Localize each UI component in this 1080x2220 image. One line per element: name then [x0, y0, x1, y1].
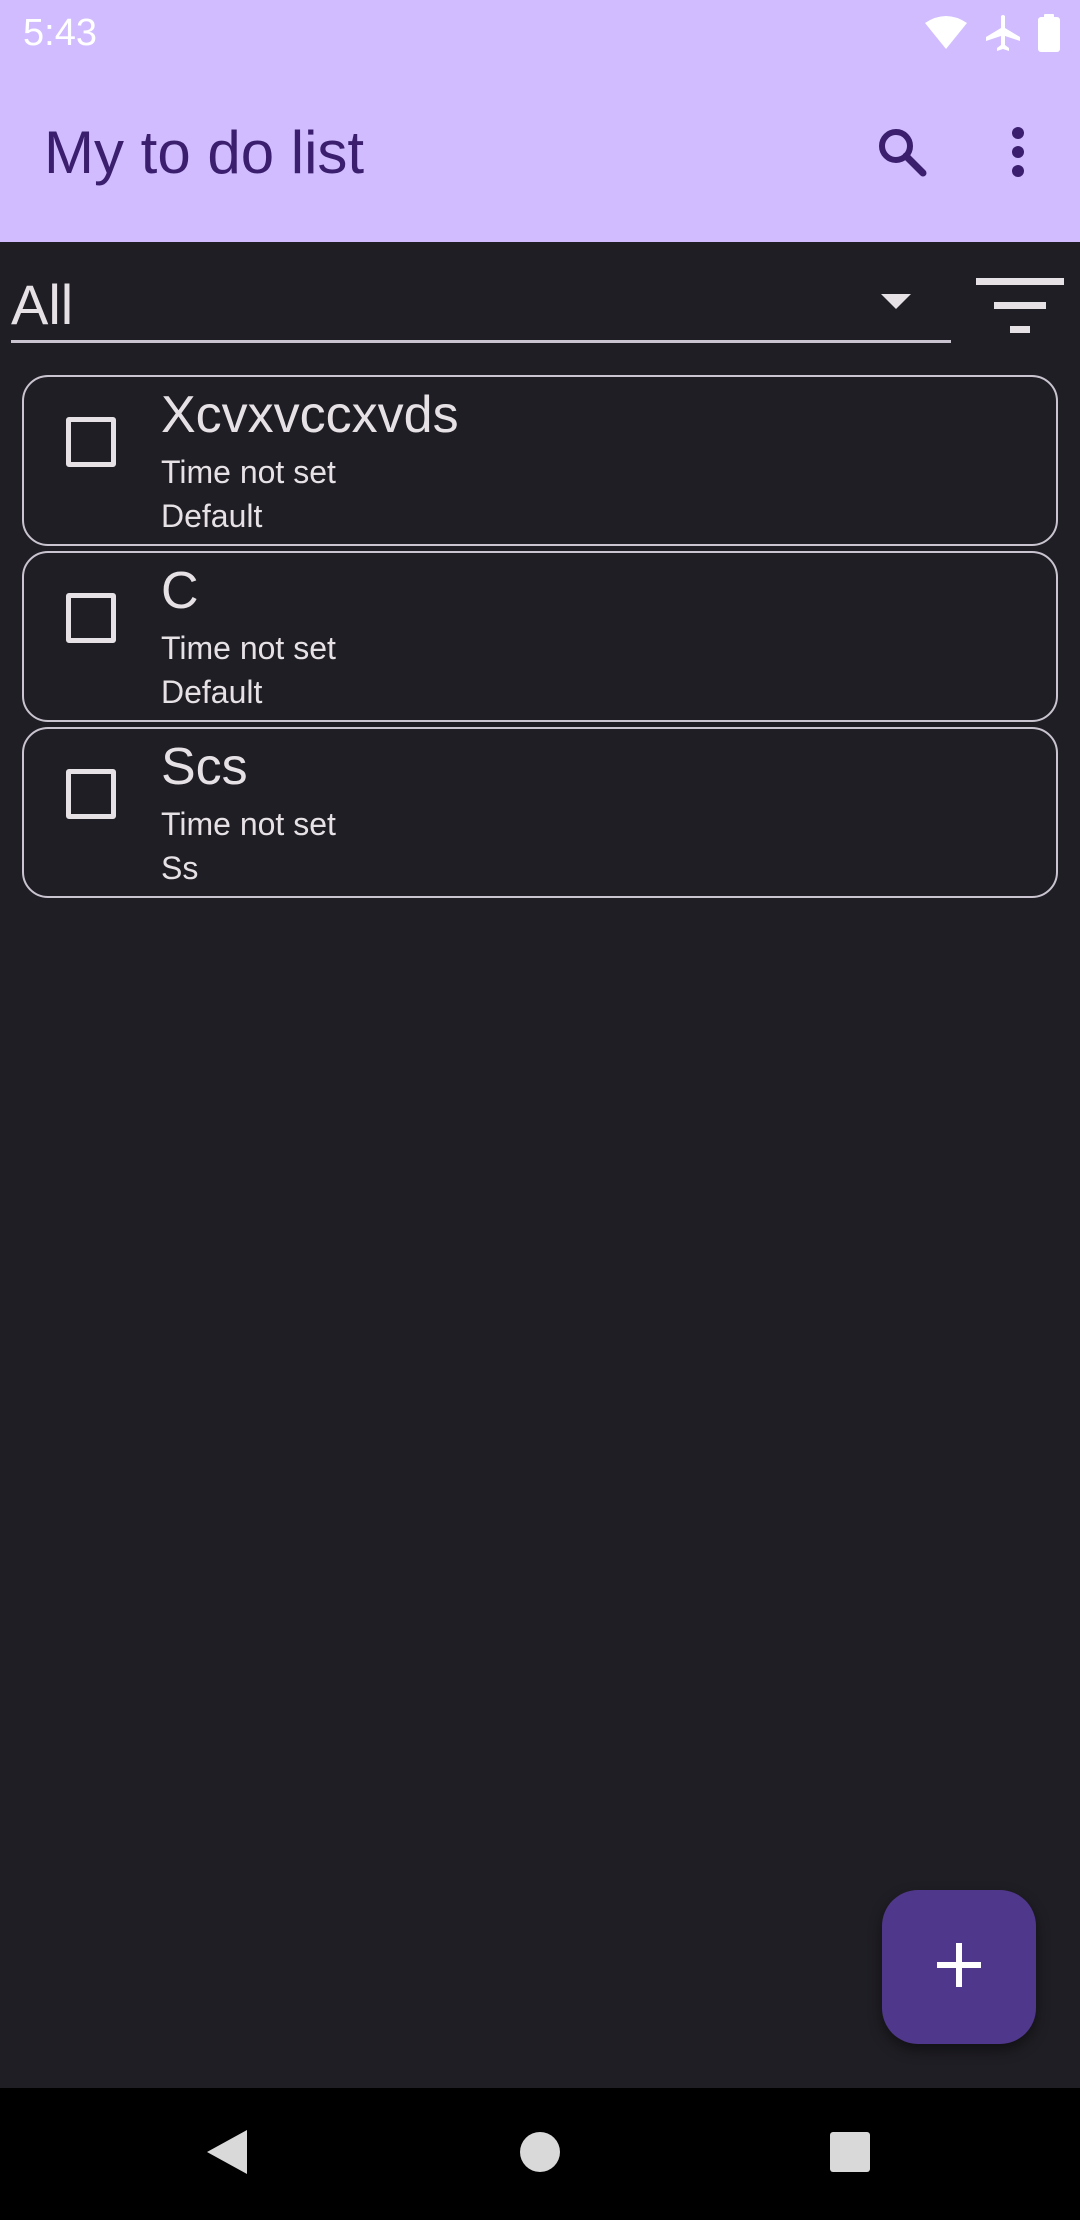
category-filter-dropdown[interactable]: All	[11, 270, 951, 343]
add-task-button[interactable]	[882, 1890, 1036, 2044]
more-options-button[interactable]	[976, 112, 1060, 196]
task-category: Default	[161, 674, 263, 710]
category-filter-value: All	[11, 273, 74, 336]
task-title: Scs	[161, 738, 248, 796]
navigation-bar	[0, 2088, 1080, 2220]
task-category: Default	[161, 498, 263, 534]
task-title: Xcvxvccxvds	[161, 386, 459, 444]
status-time: 5:43	[23, 12, 97, 54]
task-title: C	[161, 562, 199, 620]
filter-row: All	[0, 242, 1080, 362]
task-list: Xcvxvccxvds Time not set Default C Time …	[22, 375, 1058, 903]
add-icon	[937, 1942, 981, 1992]
back-icon	[205, 2128, 249, 2181]
task-card[interactable]: C Time not set Default	[22, 551, 1058, 722]
task-time: Time not set	[161, 630, 336, 666]
recents-button[interactable]	[820, 2124, 880, 2184]
task-category: Ss	[161, 850, 199, 886]
status-bar: 5:43	[0, 0, 1080, 66]
app-bar: My to do list	[0, 66, 1080, 242]
search-button[interactable]	[860, 112, 944, 196]
wifi-icon	[924, 15, 968, 51]
home-icon	[519, 2131, 561, 2178]
task-checkbox[interactable]	[66, 417, 116, 467]
sort-button[interactable]	[972, 272, 1068, 342]
recents-icon	[829, 2131, 871, 2178]
chevron-down-icon	[881, 294, 911, 315]
more-vert-icon	[1010, 126, 1026, 183]
task-time: Time not set	[161, 806, 336, 842]
home-button[interactable]	[510, 2124, 570, 2184]
airplane-mode-icon	[984, 14, 1022, 52]
task-card[interactable]: Scs Time not set Ss	[22, 727, 1058, 898]
battery-icon	[1038, 14, 1060, 52]
sort-icon	[972, 278, 1068, 346]
page-title: My to do list	[44, 119, 365, 186]
task-checkbox[interactable]	[66, 769, 116, 819]
status-icons	[924, 12, 1060, 54]
search-icon	[875, 125, 929, 184]
task-checkbox[interactable]	[66, 593, 116, 643]
task-time: Time not set	[161, 454, 336, 490]
task-card[interactable]: Xcvxvccxvds Time not set Default	[22, 375, 1058, 546]
back-button[interactable]	[197, 2124, 257, 2184]
